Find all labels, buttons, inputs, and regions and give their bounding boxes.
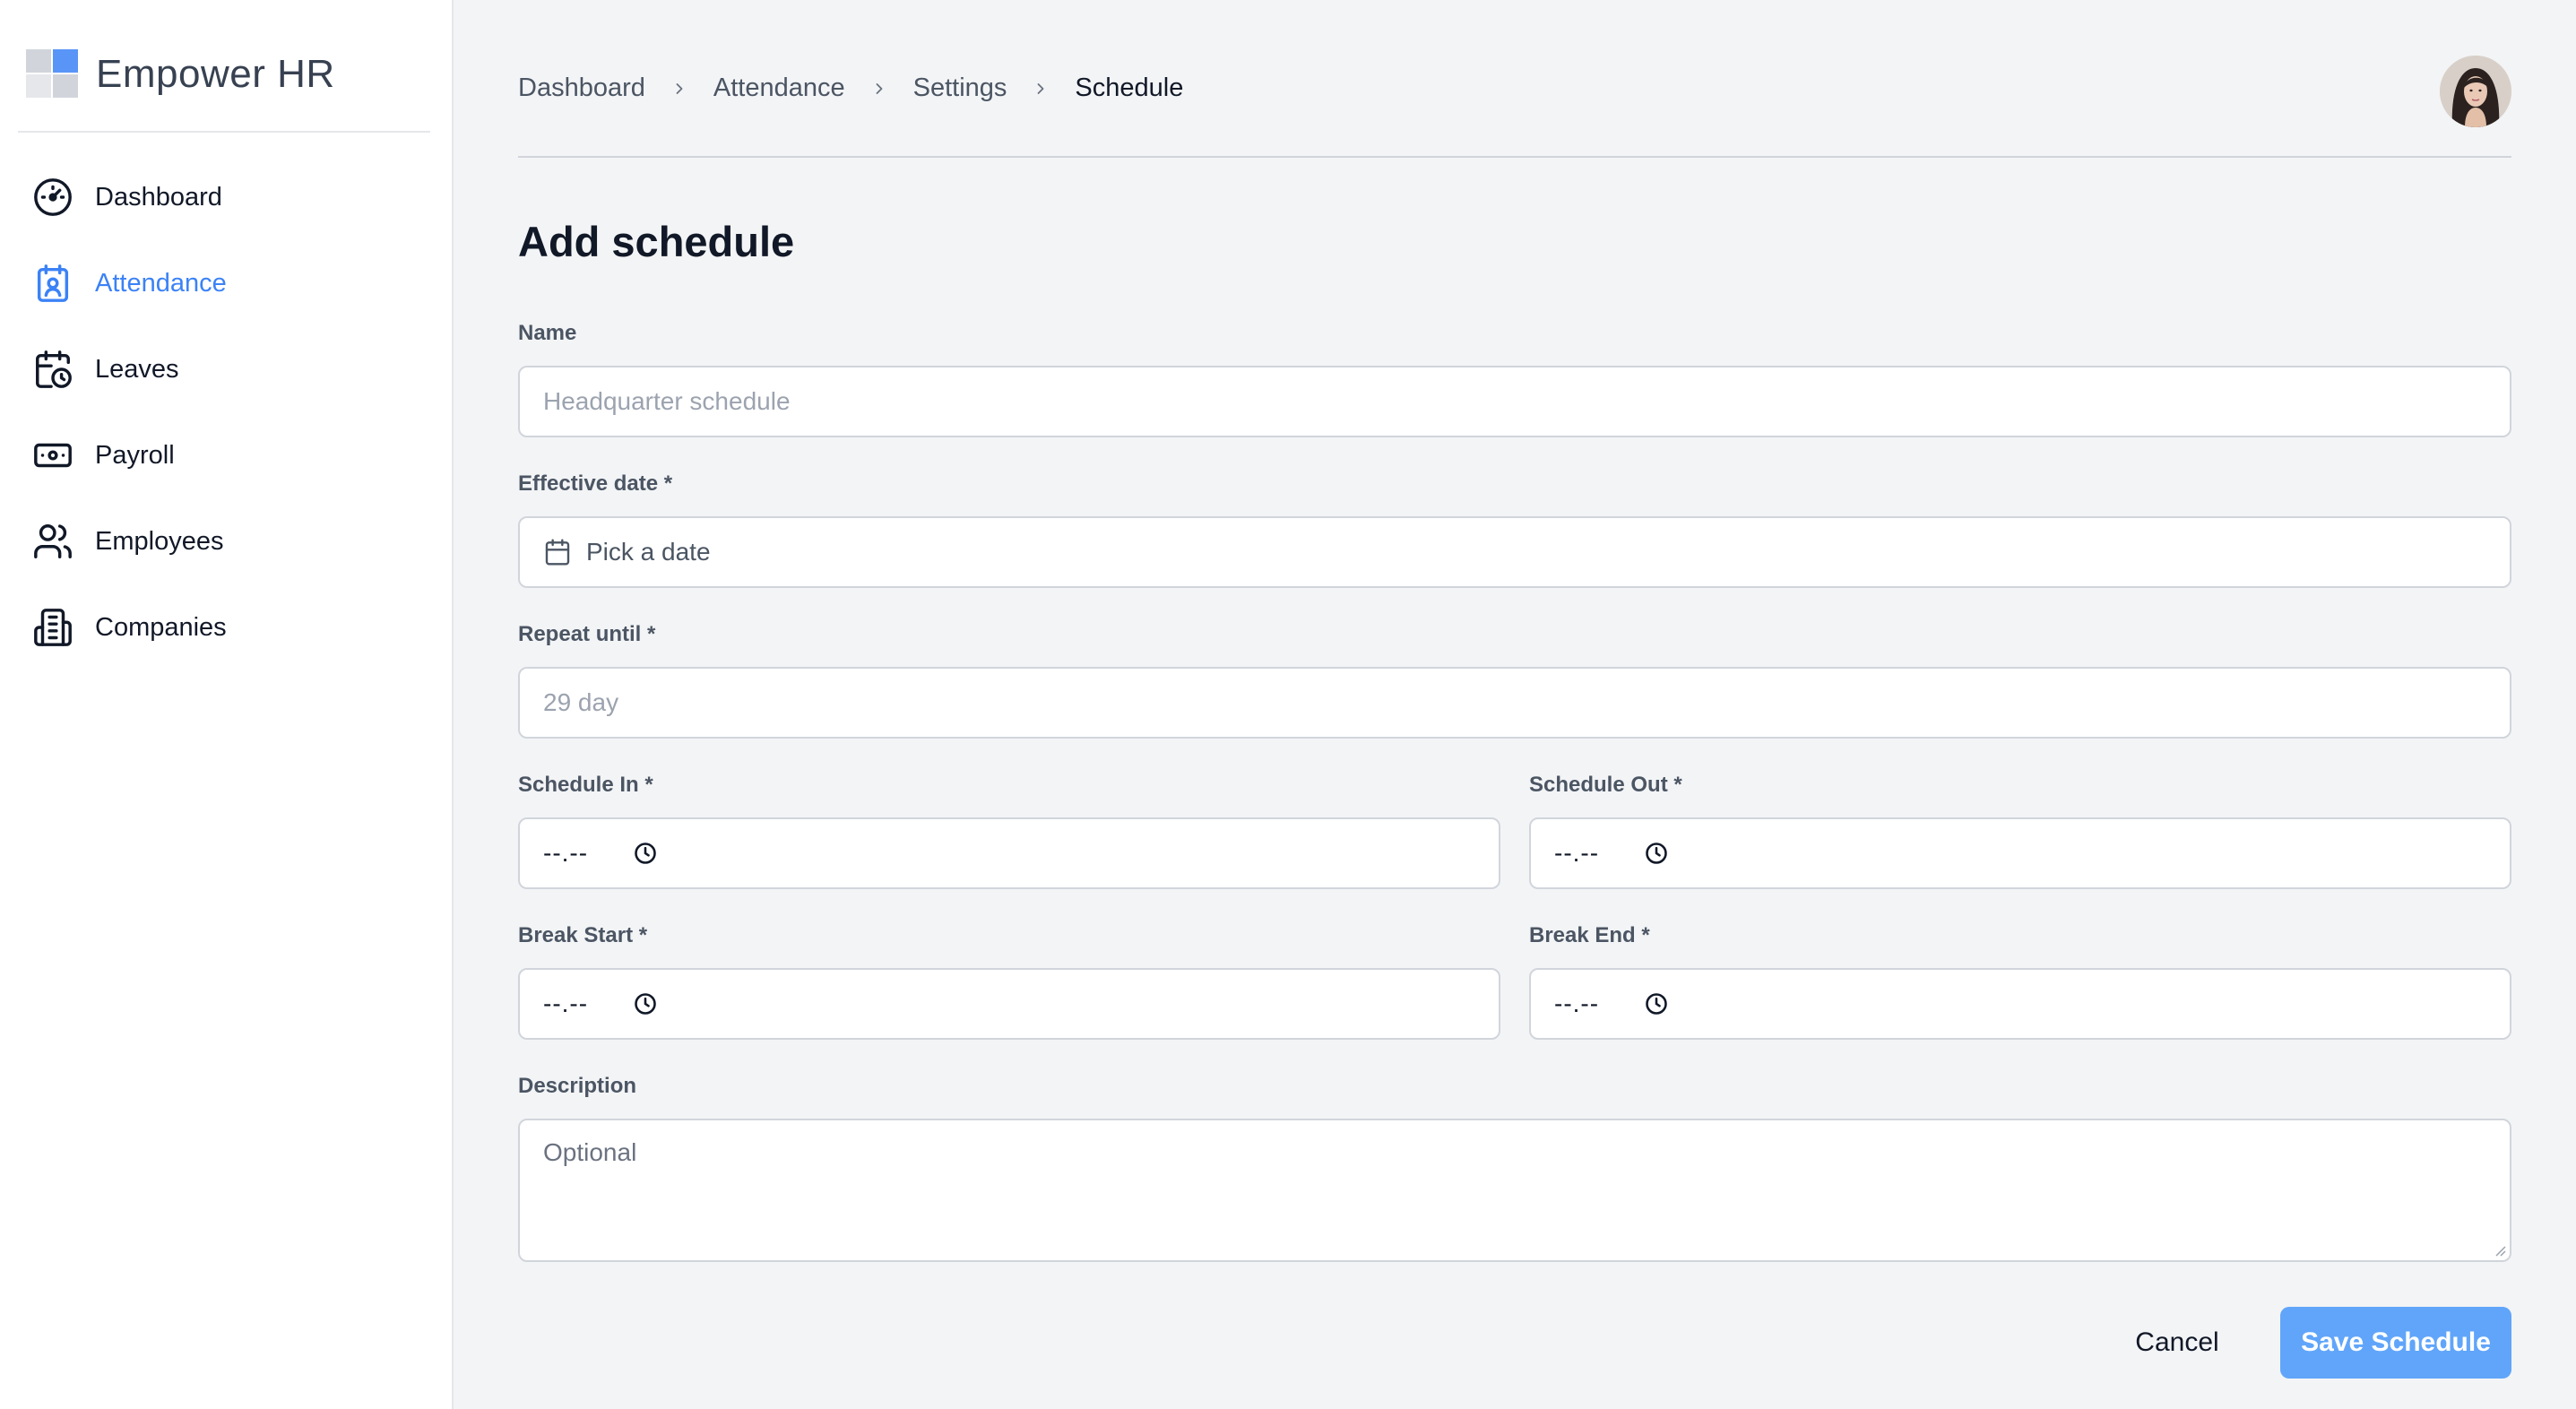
- schedule-in-value: --.--: [543, 839, 589, 867]
- name-input[interactable]: Headquarter schedule: [518, 366, 2511, 437]
- break-end-time-input[interactable]: --.--: [1529, 968, 2511, 1040]
- repeat-until-placeholder: 29 day: [543, 688, 619, 716]
- main-content: Dashboard Attendance Settings Schedule A…: [518, 0, 2511, 1409]
- name-label: Name: [518, 321, 577, 345]
- clock-icon[interactable]: [633, 991, 658, 1016]
- break-start-label: Break Start *: [518, 923, 648, 947]
- calendar-clock-icon: [36, 350, 72, 388]
- topbar: Dashboard Attendance Settings Schedule: [518, 54, 2511, 158]
- schedule-out-label: Schedule Out *: [1529, 773, 1682, 797]
- description-placeholder: Optional: [543, 1138, 637, 1166]
- sidebar-item-employees[interactable]: Employees: [18, 498, 436, 584]
- effective-date-label: Effective date *: [518, 471, 673, 496]
- page-title: Add schedule: [518, 218, 795, 265]
- sidebar-item-dashboard[interactable]: Dashboard: [18, 154, 436, 240]
- chevron-right-icon: [1037, 82, 1044, 94]
- breadcrumb-schedule: Schedule: [1075, 73, 1184, 102]
- schedule-out-value: --.--: [1554, 839, 1600, 867]
- logo-icon: [26, 49, 80, 99]
- breadcrumb-settings[interactable]: Settings: [913, 73, 1007, 103]
- app-name: Empower HR: [96, 52, 335, 96]
- repeat-until-input[interactable]: 29 day: [518, 667, 2511, 739]
- schedule-in-label: Schedule In *: [518, 773, 653, 797]
- chevron-right-icon: [676, 82, 683, 94]
- sidebar-item-label: Leaves: [95, 354, 179, 384]
- resize-handle-icon[interactable]: [2492, 1242, 2506, 1257]
- building-icon: [34, 609, 72, 646]
- description-textarea[interactable]: Optional: [518, 1119, 2511, 1262]
- sidebar-nav: Dashboard Attendance Leaves Payroll Empl…: [18, 154, 436, 670]
- breadcrumb-dashboard[interactable]: Dashboard: [518, 73, 645, 103]
- save-schedule-button[interactable]: Save Schedule: [2280, 1307, 2511, 1379]
- users-icon: [34, 524, 72, 558]
- name-placeholder: Headquarter schedule: [543, 387, 791, 415]
- break-end-value: --.--: [1554, 990, 1600, 1017]
- sidebar-item-label: Employees: [95, 526, 224, 556]
- description-label: Description: [518, 1074, 637, 1098]
- sidebar-item-label: Attendance: [95, 268, 227, 298]
- sidebar-item-label: Payroll: [95, 440, 175, 470]
- repeat-until-label: Repeat until *: [518, 622, 656, 646]
- schedule-in-time-input[interactable]: --.--: [518, 817, 1500, 889]
- effective-date-placeholder: Pick a date: [586, 538, 711, 566]
- sidebar-item-label: Dashboard: [95, 182, 222, 212]
- sidebar-item-attendance[interactable]: Attendance: [18, 240, 436, 326]
- breadcrumb: Dashboard Attendance Settings Schedule: [518, 73, 1183, 103]
- break-start-value: --.--: [543, 990, 589, 1017]
- sidebar: Empower HR Dashboard Attendance Leaves P…: [0, 0, 454, 1409]
- schedule-out-time-input[interactable]: --.--: [1529, 817, 2511, 889]
- calendar-icon: [545, 539, 570, 566]
- sidebar-item-payroll[interactable]: Payroll: [18, 412, 436, 498]
- gauge-icon: [34, 178, 72, 216]
- sidebar-item-label: Companies: [95, 612, 227, 642]
- chevron-right-icon: [876, 82, 883, 94]
- cancel-button[interactable]: Cancel: [2121, 1307, 2234, 1379]
- effective-date-picker[interactable]: Pick a date: [518, 516, 2511, 588]
- calendar-user-icon: [37, 264, 69, 302]
- banknote-icon: [34, 443, 72, 468]
- clock-icon[interactable]: [1644, 991, 1669, 1016]
- break-start-time-input[interactable]: --.--: [518, 968, 1500, 1040]
- sidebar-item-leaves[interactable]: Leaves: [18, 326, 436, 412]
- brand[interactable]: Empower HR: [18, 18, 430, 133]
- avatar[interactable]: [2440, 56, 2511, 127]
- break-end-label: Break End *: [1529, 923, 1650, 947]
- sidebar-item-companies[interactable]: Companies: [18, 584, 436, 670]
- clock-icon[interactable]: [1644, 841, 1669, 866]
- clock-icon[interactable]: [633, 841, 658, 866]
- breadcrumb-attendance[interactable]: Attendance: [713, 73, 845, 103]
